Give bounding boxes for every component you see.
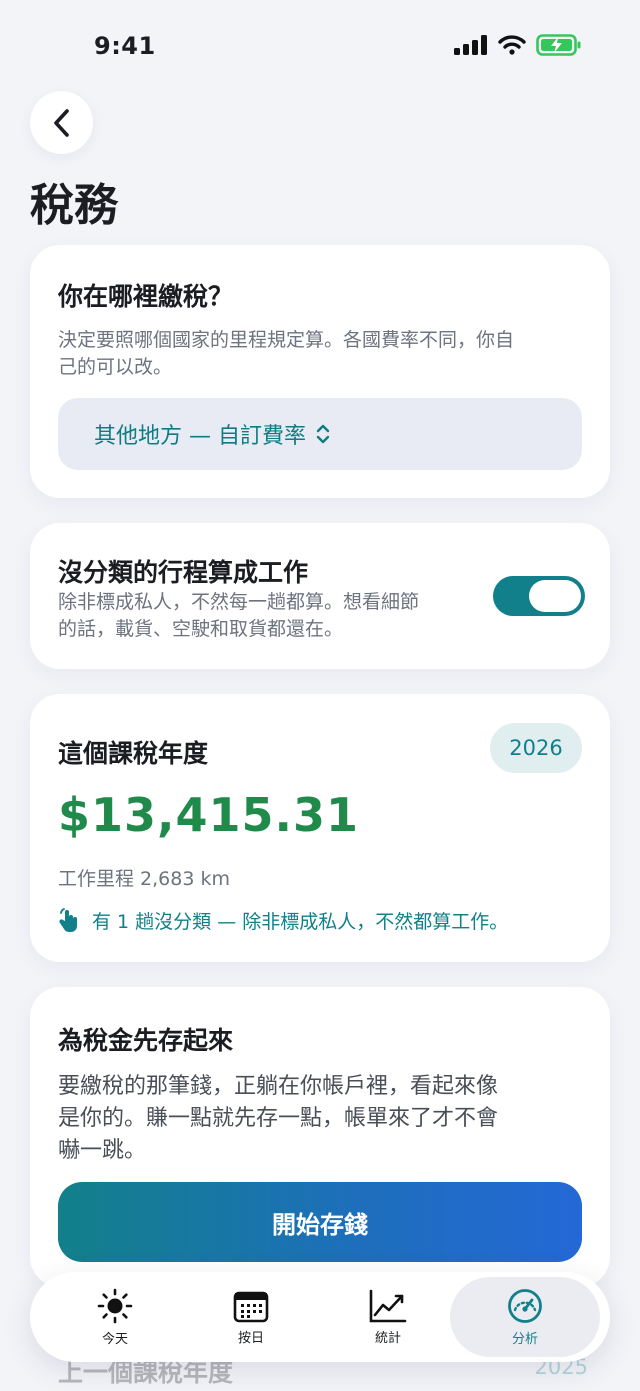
tab-by-day-label: 按日 [237, 1330, 264, 1346]
tax-region-description: 決定要照哪個國家的里程規定算。各國費率不同，你自 己的可以改。 [58, 327, 588, 381]
unclassified-hint-text: 有 1 趟沒分類 — 除非標成私人，不然都算工作。 [92, 911, 509, 933]
signal-icon [454, 35, 487, 55]
tab-stats[interactable]: 統計 [313, 1277, 463, 1357]
gauge-icon [508, 1288, 542, 1323]
tab-analysis-label: 分析 [511, 1331, 538, 1347]
start-saving-button[interactable]: 開始存錢 [58, 1182, 582, 1262]
tab-stats-label: 統計 [374, 1330, 401, 1346]
tax-savings-body: 要繳稅的那筆錢，正躺在你帳戶裡，看起來像 是你的。賺一點就先存一點，帳單來了才不… [58, 1071, 588, 1167]
tax-year-card: 這個課稅年度 2026 $13,415.31 工作里程 2,683 km 有 1… [30, 694, 610, 962]
hand-tap-icon [59, 907, 77, 932]
tax-savings-body-line: 要繳稅的那筆錢，正躺在你帳戶裡，看起來像 [58, 1074, 499, 1099]
tax-deduction-amount: $13,415.31 [58, 788, 360, 842]
tax-savings-body-line: 是你的。賺一點就先存一點，帳單來了才不會 [58, 1106, 499, 1131]
back-button[interactable] [30, 91, 93, 154]
tax-region-select[interactable]: 其他地方 — 自訂費率 [58, 398, 582, 470]
toggle-knob [529, 580, 581, 612]
tax-region-description-line: 己的可以改。 [58, 356, 173, 378]
tab-today[interactable]: 今天 [40, 1277, 190, 1357]
tab-analysis[interactable]: 分析 [450, 1277, 600, 1357]
count-as-work-toggle[interactable] [493, 576, 585, 616]
tax-savings-body-line: 嚇一跳。 [58, 1138, 147, 1163]
status-icons [454, 34, 582, 56]
tax-year-badge[interactable]: 2026 [490, 723, 582, 773]
wifi-icon [498, 35, 526, 55]
tab-bar: 今天 按日 統計 分析 [30, 1272, 610, 1362]
sun-icon [97, 1288, 133, 1323]
tax-region-select-value: 其他地方 — 自訂費率 [94, 424, 306, 449]
tax-savings-title: 為稅金先存起來 [58, 1026, 234, 1055]
chevron-up-down-icon [316, 424, 330, 444]
tax-region-description-line: 決定要照哪個國家的里程規定算。各國費率不同，你自 [58, 329, 515, 351]
status-time: 9:41 [94, 32, 156, 60]
page-title: 稅務 [30, 180, 118, 231]
tab-by-day[interactable]: 按日 [176, 1277, 326, 1357]
unclassified-trips-card: 沒分類的行程算成工作 除非標成私人，不然每一趟都算。想看細節 的話，載貨、空駛和… [30, 523, 610, 669]
unclassified-trips-description-line: 除非標成私人，不然每一趟都算。想看細節 [58, 591, 420, 613]
status-bar: 9:41 [0, 0, 640, 90]
unclassified-trips-description: 除非標成私人，不然每一趟都算。想看細節 的話，載貨、空駛和取貨都還在。 [58, 589, 478, 643]
calendar-icon [233, 1291, 269, 1322]
tax-year-title: 這個課稅年度 [58, 739, 209, 768]
tab-today-label: 今天 [101, 1331, 128, 1347]
work-distance: 工作里程 2,683 km [58, 868, 230, 890]
tax-savings-card: 為稅金先存起來 要繳稅的那筆錢，正躺在你帳戶裡，看起來像 是你的。賺一點就先存一… [30, 987, 610, 1287]
tax-region-card: 你在哪裡繳稅？ 決定要照哪個國家的里程規定算。各國費率不同，你自 己的可以改。 … [30, 245, 610, 498]
chart-icon [369, 1289, 407, 1322]
unclassified-trips-title: 沒分類的行程算成工作 [58, 558, 309, 587]
chevron-left-icon [53, 108, 69, 137]
tax-region-title: 你在哪裡繳稅？ [58, 282, 234, 311]
battery-charging-icon [536, 34, 581, 56]
unclassified-hint[interactable]: 有 1 趟沒分類 — 除非標成私人，不然都算工作。 [58, 907, 508, 934]
unclassified-trips-description-line: 的話，載貨、空駛和取貨都還在。 [58, 618, 344, 640]
